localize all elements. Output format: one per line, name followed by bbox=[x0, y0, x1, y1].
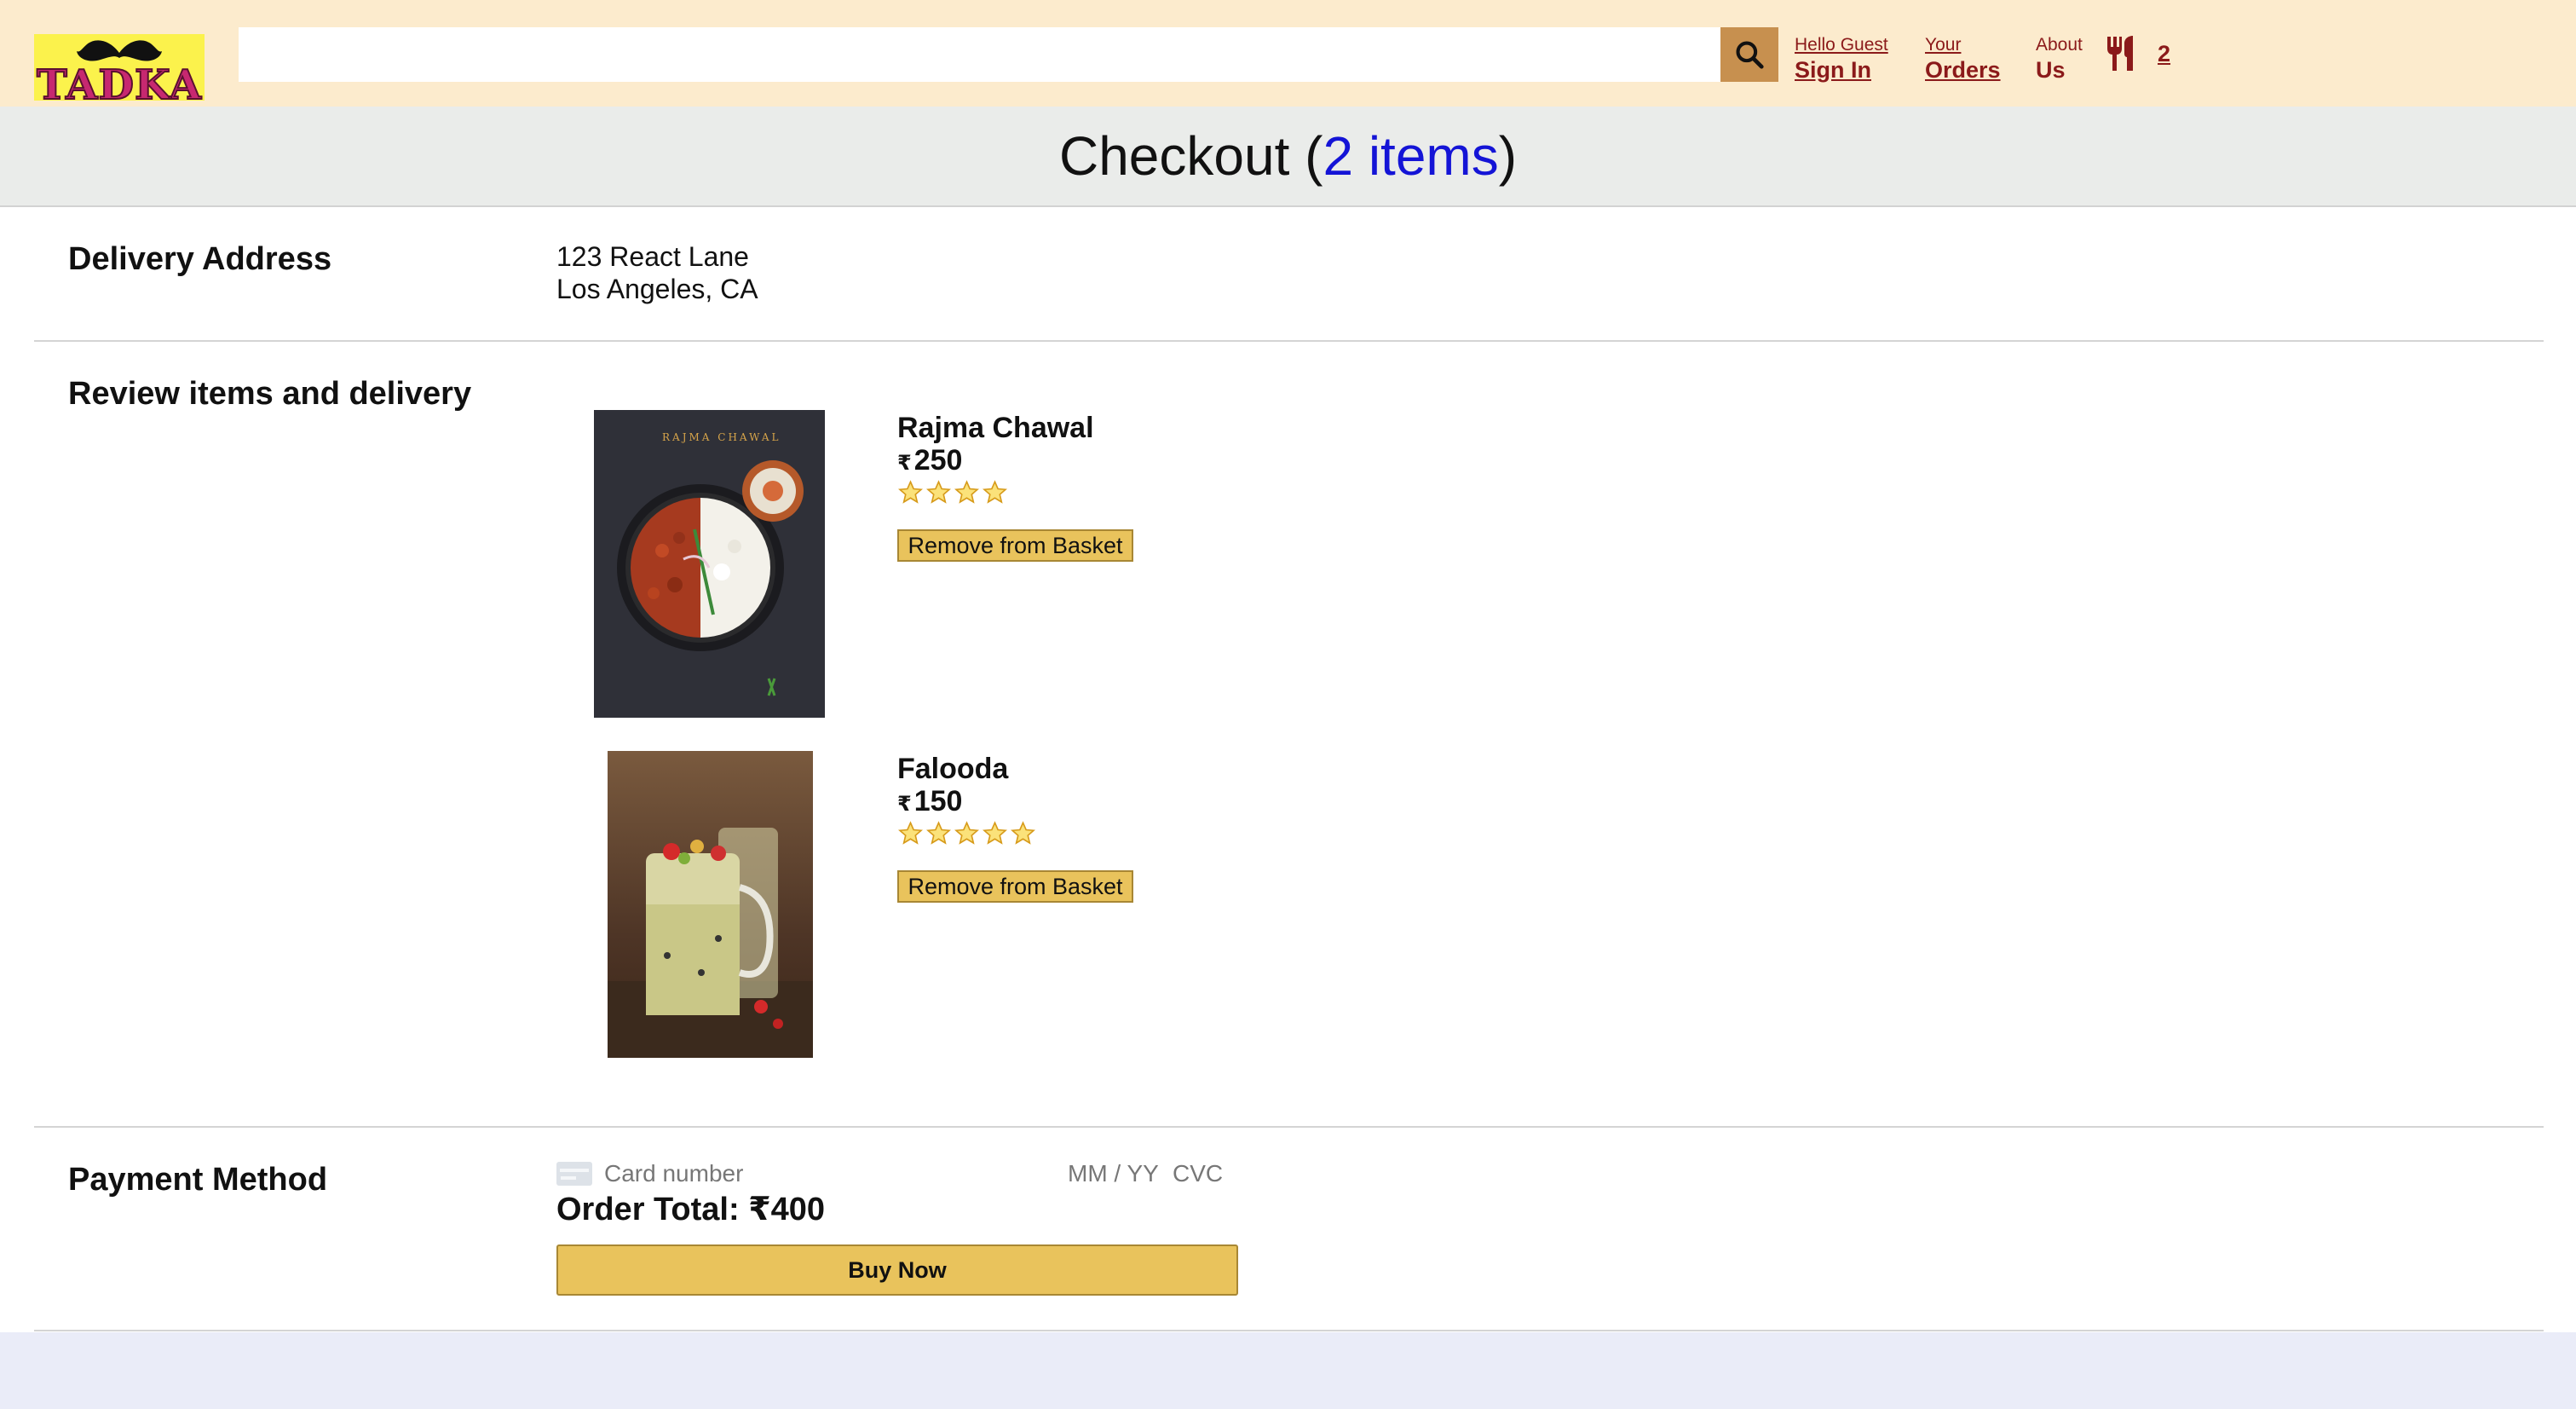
review-items-title: Review items and delivery bbox=[68, 376, 472, 412]
address-line-2: Los Angeles, CA bbox=[556, 274, 758, 304]
credit-card-icon bbox=[556, 1162, 592, 1186]
search-input[interactable] bbox=[239, 27, 1721, 82]
nav-greeting: Hello Guest bbox=[1795, 35, 1888, 55]
nav-about-label: Us bbox=[2036, 57, 2066, 83]
nav-sign-in[interactable]: Hello Guest Sign In bbox=[1795, 34, 1888, 84]
nav-orders-line1: Your bbox=[1925, 35, 1962, 55]
item-price: ₹250 bbox=[897, 444, 962, 477]
remove-from-basket-button[interactable]: Remove from Basket bbox=[897, 529, 1133, 562]
logo-text: TADKA bbox=[36, 61, 202, 101]
star-icon bbox=[954, 480, 979, 504]
order-total: Order Total: ₹400 bbox=[556, 1192, 826, 1227]
divider bbox=[34, 1330, 2544, 1331]
buy-now-button[interactable]: Buy Now bbox=[556, 1244, 1238, 1296]
item-rating bbox=[897, 480, 1008, 505]
basket-link[interactable]: 2 bbox=[2105, 32, 2170, 75]
star-icon bbox=[983, 480, 1007, 504]
item-name: Falooda bbox=[897, 753, 1009, 785]
item-price-value: 250 bbox=[913, 444, 963, 476]
item-price-value: 150 bbox=[913, 785, 963, 817]
item-name: Rajma Chawal bbox=[897, 412, 1094, 444]
checkout-title: Checkout (2 items) bbox=[0, 107, 2576, 207]
delivery-address-title: Delivery Address bbox=[68, 241, 332, 277]
nav-about[interactable]: About Us bbox=[2036, 34, 2083, 84]
search-button[interactable] bbox=[1720, 27, 1778, 82]
payment-method-title: Payment Method bbox=[68, 1162, 328, 1198]
remove-from-basket-button[interactable]: Remove from Basket bbox=[897, 870, 1133, 903]
checkout-title-suffix: ) bbox=[1498, 125, 1518, 187]
star-icon bbox=[983, 821, 1007, 845]
nav-orders-label: Orders bbox=[1925, 57, 2001, 83]
star-icon bbox=[926, 480, 951, 504]
nav-orders[interactable]: Your Orders bbox=[1925, 34, 2001, 84]
fork-knife-icon bbox=[2107, 36, 2133, 71]
basket-count: 2 bbox=[2158, 40, 2171, 66]
card-number-input[interactable]: Card number bbox=[604, 1160, 743, 1187]
address-line-1: 123 React Lane bbox=[556, 241, 749, 272]
star-icon bbox=[926, 821, 951, 845]
logo[interactable]: TADKA bbox=[34, 34, 205, 101]
nav-about-line1: About bbox=[2036, 35, 2083, 55]
divider bbox=[34, 1126, 2544, 1128]
item-price: ₹150 bbox=[897, 785, 962, 818]
rajma-chawal-image: RAJMA CHAWAL bbox=[594, 410, 825, 718]
star-icon bbox=[898, 821, 923, 845]
card-expiry-input[interactable]: MM / YY bbox=[1068, 1160, 1159, 1187]
star-icon bbox=[1011, 821, 1035, 845]
card-element[interactable]: Card number MM / YY CVC bbox=[556, 1157, 1238, 1191]
currency-symbol: ₹ bbox=[897, 793, 912, 816]
search-icon bbox=[1736, 41, 1764, 69]
star-icon bbox=[898, 480, 923, 504]
header: TADKA Hello Guest Sign In Your Orders Ab… bbox=[0, 0, 2576, 107]
item-rating bbox=[897, 821, 1036, 846]
checkout-content: Delivery Address 123 React Lane Los Ange… bbox=[0, 207, 2576, 1332]
star-icon bbox=[954, 821, 979, 845]
currency-symbol: ₹ bbox=[897, 452, 912, 475]
checkout-title-prefix: Checkout ( bbox=[1058, 125, 1323, 187]
falooda-image bbox=[608, 751, 813, 1058]
divider bbox=[34, 340, 2544, 342]
nav-sign-in-label: Sign In bbox=[1795, 57, 1871, 83]
rajma-chawal-caption: RAJMA CHAWAL bbox=[662, 431, 781, 443]
checkout-item-count: 2 items bbox=[1323, 125, 1499, 187]
card-cvc-input[interactable]: CVC bbox=[1173, 1160, 1223, 1187]
